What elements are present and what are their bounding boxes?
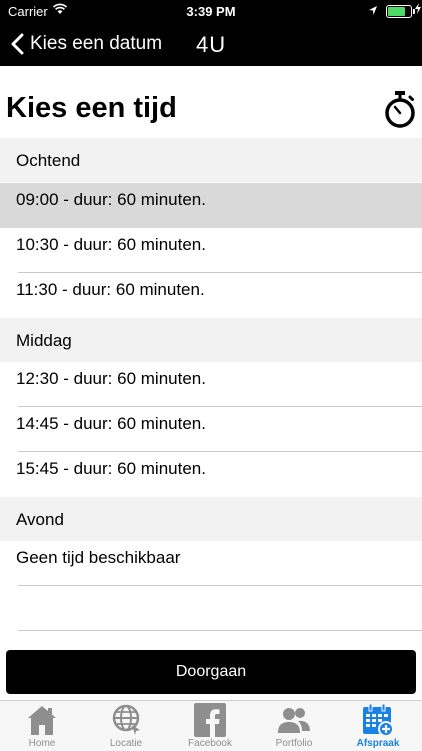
charging-icon (415, 3, 421, 17)
row-divider (18, 585, 422, 586)
tab-bar: Home Locatie Facebook Portfolio Afspraak (0, 700, 422, 751)
battery-icon (386, 5, 415, 18)
tab-label: Home (28, 738, 56, 749)
facebook-icon (194, 703, 226, 737)
globe-icon (112, 704, 140, 735)
time-slot-1030[interactable]: 10:30 - duur: 60 minuten. (0, 228, 422, 273)
nav-title: 4U (196, 32, 227, 57)
tab-label: Facebook (188, 738, 232, 749)
status-bar: Carrier 3:39 PM (0, 0, 422, 22)
section-header-ochtend: Ochtend (0, 138, 422, 182)
time-slot-1445[interactable]: 14:45 - duur: 60 minuten. (0, 407, 422, 452)
tab-facebook[interactable]: Facebook (168, 701, 252, 751)
tab-label: Portfolio (275, 738, 313, 749)
continue-button[interactable]: Doorgaan (6, 650, 416, 694)
page-title: Kies een tijd (6, 92, 177, 124)
home-icon (28, 706, 56, 735)
section-header-middag: Middag (0, 318, 422, 362)
status-time: 3:39 PM (186, 4, 236, 19)
tab-locatie[interactable]: Locatie (84, 701, 168, 751)
tab-label: Locatie (109, 738, 143, 749)
back-button[interactable]: Kies een datum (10, 30, 162, 58)
time-slot-1545[interactable]: 15:45 - duur: 60 minuten. (0, 452, 422, 497)
tab-portfolio[interactable]: Portfolio (252, 701, 336, 751)
time-slot-1130[interactable]: 11:30 - duur: 60 minuten. (0, 273, 422, 318)
no-time-available: Geen tijd beschikbaar (0, 541, 422, 586)
navigation-bar: Kies een datum 4U (0, 22, 422, 66)
time-slot-1230[interactable]: 12:30 - duur: 60 minuten. (0, 362, 422, 407)
location-arrow-icon (368, 4, 378, 19)
back-label: Kies een datum (30, 33, 163, 54)
tab-home[interactable]: Home (0, 701, 84, 751)
section-header-avond: Avond (0, 497, 422, 541)
row-divider (18, 630, 422, 631)
stopwatch-icon (385, 91, 415, 128)
tab-label: Afspraak (356, 738, 400, 749)
calendar-add-icon (363, 703, 394, 737)
tab-afspraak[interactable]: Afspraak (336, 701, 420, 751)
time-slot-0900[interactable]: 09:00 - duur: 60 minuten. (0, 183, 422, 228)
people-icon (278, 708, 310, 733)
chevron-left-icon (11, 33, 24, 55)
